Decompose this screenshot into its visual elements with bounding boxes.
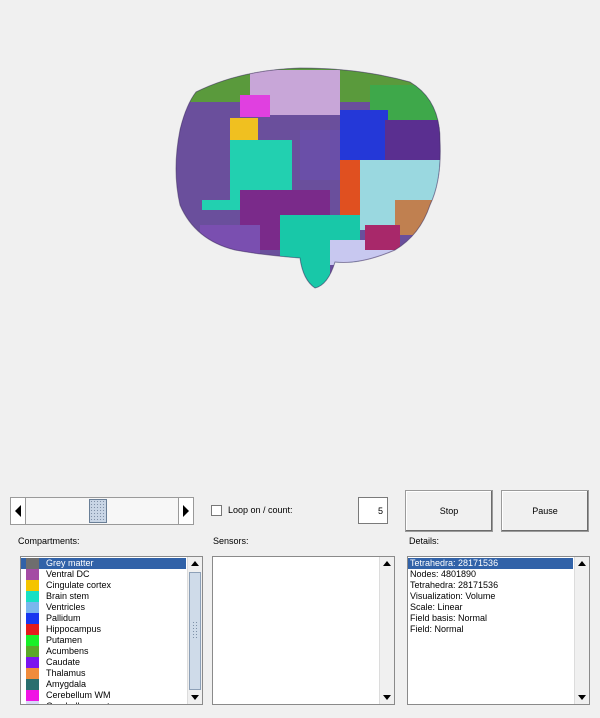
brain-3d-viewport[interactable] <box>0 0 600 480</box>
triangle-down-icon <box>191 695 199 700</box>
color-swatch <box>26 701 39 704</box>
compartment-item[interactable]: Acumbens <box>21 646 186 657</box>
compartments-label: Compartments: <box>18 536 80 546</box>
compartment-name: Cingulate cortex <box>46 580 112 590</box>
color-swatch <box>26 613 39 624</box>
detail-item[interactable]: Tetrahedra: 28171536 <box>408 580 573 591</box>
triangle-up-icon <box>191 561 199 566</box>
color-swatch <box>26 679 39 690</box>
detail-item[interactable]: Field: Normal <box>408 624 573 635</box>
color-swatch <box>26 646 39 657</box>
compartments-listbox[interactable]: Grey matter Ventral DC Cingulate cortex Bra… <box>20 556 203 705</box>
sensors-listbox[interactable] <box>212 556 395 705</box>
details-label: Details: <box>409 536 440 546</box>
compartment-item[interactable]: Ventricles <box>21 602 186 613</box>
compartment-name: Thalamus <box>46 668 86 678</box>
compartment-item[interactable]: Amygdala <box>21 679 186 690</box>
compartment-name: Ventral DC <box>46 569 90 579</box>
scroll-down-button[interactable] <box>380 691 394 704</box>
details-scrollbar[interactable] <box>574 557 589 704</box>
compartment-item[interactable]: Brain stem <box>21 591 186 602</box>
time-slider[interactable] <box>10 497 194 525</box>
triangle-down-icon <box>383 695 391 700</box>
compartment-name: Hippocampus <box>46 624 102 634</box>
scroll-thumb[interactable] <box>189 572 201 690</box>
color-swatch <box>26 690 39 701</box>
compartment-name: Acumbens <box>46 646 89 656</box>
brain-model-image <box>175 67 441 289</box>
sensors-label: Sensors: <box>213 536 249 546</box>
compartment-item[interactable]: Thalamus <box>21 668 186 679</box>
compartment-name: Putamen <box>46 635 83 645</box>
color-swatch <box>26 668 39 679</box>
compartment-item[interactable]: Hippocampus <box>21 624 186 635</box>
compartment-item[interactable]: Cerebellum cortex <box>21 701 186 704</box>
color-swatch <box>26 558 39 569</box>
detail-item[interactable]: Field basis: Normal <box>408 613 573 624</box>
triangle-down-icon <box>578 695 586 700</box>
scroll-down-button[interactable] <box>575 691 589 704</box>
color-swatch <box>26 569 39 580</box>
slider-left-button[interactable] <box>10 497 26 525</box>
sensors-scrollbar[interactable] <box>379 557 394 704</box>
color-swatch <box>26 657 39 668</box>
detail-item[interactable]: Nodes: 4801890 <box>408 569 573 580</box>
slider-thumb[interactable] <box>89 499 107 523</box>
color-swatch <box>26 602 39 613</box>
slider-track[interactable] <box>26 497 178 525</box>
loop-count-input[interactable]: 5 <box>358 497 388 524</box>
compartment-name: Cerebellum WM <box>46 690 111 700</box>
compartment-name: Ventricles <box>46 602 86 612</box>
stop-button[interactable]: Stop <box>405 490 493 532</box>
scroll-down-button[interactable] <box>188 691 202 704</box>
detail-item[interactable]: Tetrahedra: 28171536 <box>408 558 573 569</box>
loop-label: Loop on / count: <box>228 505 293 515</box>
triangle-up-icon <box>578 561 586 566</box>
scroll-up-button[interactable] <box>188 557 202 570</box>
compartment-item[interactable]: Pallidum <box>21 613 186 624</box>
compartments-scrollbar[interactable] <box>187 557 202 704</box>
detail-item[interactable]: Visualization: Volume <box>408 591 573 602</box>
compartment-name: Brain stem <box>46 591 90 601</box>
compartment-item[interactable]: Grey matter <box>21 558 186 569</box>
detail-item[interactable]: Scale: Linear <box>408 602 573 613</box>
compartment-name: Cerebellum cortex <box>46 701 119 704</box>
loop-checkbox[interactable] <box>211 505 222 516</box>
compartment-item[interactable]: Ventral DC <box>21 569 186 580</box>
compartment-item[interactable]: Putamen <box>21 635 186 646</box>
compartment-name: Amygdala <box>46 679 87 689</box>
triangle-left-icon <box>15 505 21 517</box>
details-listbox[interactable]: Tetrahedra: 28171536 Nodes: 4801890 Tetrah… <box>407 556 590 705</box>
color-swatch <box>26 580 39 591</box>
pause-button[interactable]: Pause <box>501 490 589 532</box>
scroll-up-button[interactable] <box>575 557 589 570</box>
color-swatch <box>26 635 39 646</box>
compartment-item[interactable]: Caudate <box>21 657 186 668</box>
color-swatch <box>26 591 39 602</box>
compartment-item[interactable]: Cerebellum WM <box>21 690 186 701</box>
slider-right-button[interactable] <box>178 497 194 525</box>
triangle-up-icon <box>383 561 391 566</box>
compartment-name: Grey matter <box>46 558 94 568</box>
compartment-item[interactable]: Cingulate cortex <box>21 580 186 591</box>
triangle-right-icon <box>183 505 189 517</box>
scroll-up-button[interactable] <box>380 557 394 570</box>
color-swatch <box>26 624 39 635</box>
compartment-name: Pallidum <box>46 613 81 623</box>
compartment-name: Caudate <box>46 657 81 667</box>
